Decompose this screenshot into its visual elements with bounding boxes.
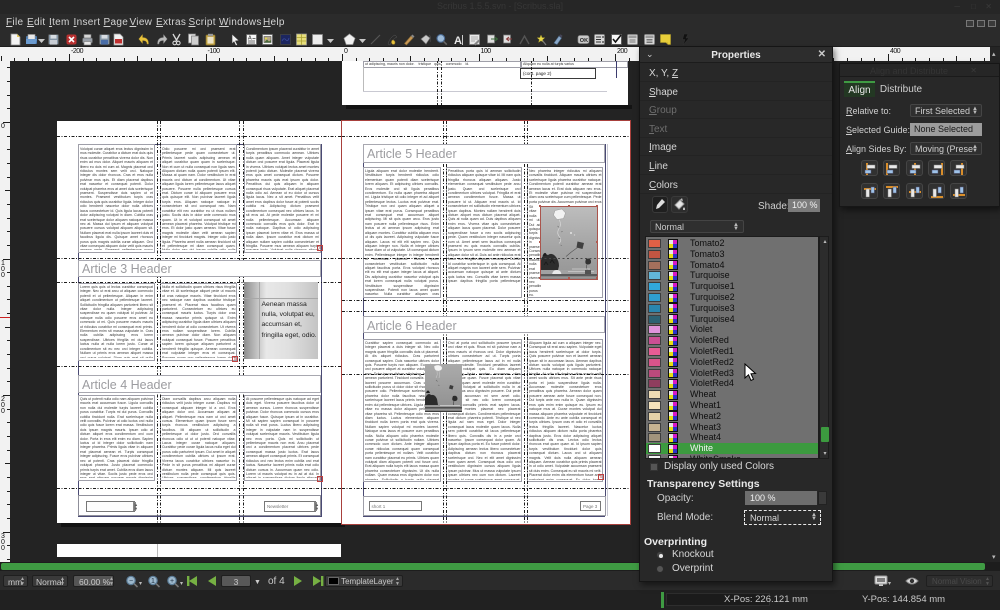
- svg-text:1: 1: [151, 578, 155, 585]
- svg-text:OK: OK: [580, 38, 588, 44]
- svg-text:+: +: [170, 578, 174, 585]
- svg-text:−: −: [129, 578, 133, 585]
- svg-text:A: A: [248, 36, 252, 42]
- svg-text:A: A: [454, 35, 462, 46]
